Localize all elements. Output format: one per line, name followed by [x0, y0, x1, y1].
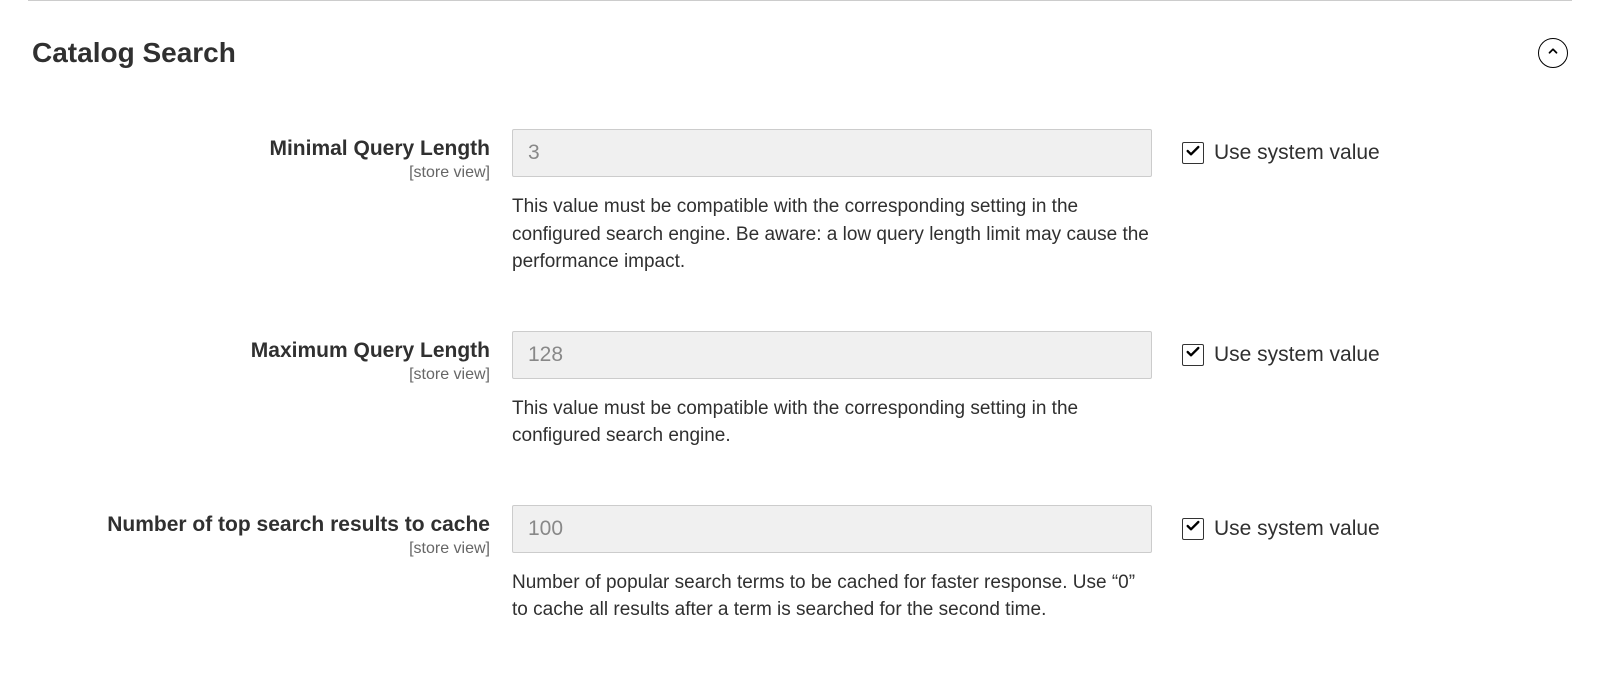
cache-count-input[interactable]	[512, 505, 1152, 553]
use-system-checkbox[interactable]	[1182, 518, 1204, 540]
section-header: Catalog Search	[0, 1, 1600, 79]
field-help: This value must be compatible with the c…	[512, 193, 1152, 276]
section-title: Catalog Search	[32, 37, 236, 69]
check-icon	[1185, 518, 1201, 539]
field-input-col: This value must be compatible with the c…	[512, 331, 1152, 450]
use-system-col: Use system value	[1152, 331, 1380, 367]
field-row-top-search-cache: Number of top search results to cache [s…	[32, 505, 1568, 624]
check-icon	[1185, 143, 1201, 164]
use-system-checkbox[interactable]	[1182, 142, 1204, 164]
field-row-maximum-query-length: Maximum Query Length [store view] This v…	[32, 331, 1568, 450]
field-scope: [store view]	[32, 540, 490, 558]
field-label-col: Minimal Query Length [store view]	[32, 129, 512, 182]
chevron-up-icon	[1546, 44, 1560, 63]
field-scope: [store view]	[32, 366, 490, 384]
field-scope: [store view]	[32, 164, 490, 182]
use-system-label[interactable]: Use system value	[1214, 343, 1380, 367]
field-help: This value must be compatible with the c…	[512, 395, 1152, 450]
field-help: Number of popular search terms to be cac…	[512, 569, 1152, 624]
check-icon	[1185, 344, 1201, 365]
field-label: Number of top search results to cache	[32, 511, 490, 538]
field-input-col: This value must be compatible with the c…	[512, 129, 1152, 276]
field-label-col: Number of top search results to cache [s…	[32, 505, 512, 558]
field-row-minimal-query-length: Minimal Query Length [store view] This v…	[32, 129, 1568, 276]
field-label: Maximum Query Length	[32, 337, 490, 364]
field-label-col: Maximum Query Length [store view]	[32, 331, 512, 384]
field-label: Minimal Query Length	[32, 135, 490, 162]
collapse-button[interactable]	[1538, 38, 1568, 68]
form-rows: Minimal Query Length [store view] This v…	[0, 79, 1600, 624]
use-system-col: Use system value	[1152, 129, 1380, 165]
use-system-checkbox[interactable]	[1182, 344, 1204, 366]
use-system-label[interactable]: Use system value	[1214, 517, 1380, 541]
use-system-col: Use system value	[1152, 505, 1380, 541]
maximum-query-length-input[interactable]	[512, 331, 1152, 379]
minimal-query-length-input[interactable]	[512, 129, 1152, 177]
use-system-label[interactable]: Use system value	[1214, 141, 1380, 165]
field-input-col: Number of popular search terms to be cac…	[512, 505, 1152, 624]
